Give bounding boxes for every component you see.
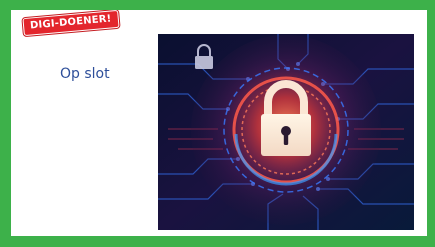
slide-title: Op slot (60, 66, 110, 82)
slide-frame: DIGI-DOENER! Op slot (0, 0, 435, 247)
security-illustration (158, 34, 414, 230)
brand-badge: DIGI-DOENER! (22, 10, 120, 37)
slide-card: DIGI-DOENER! Op slot (11, 10, 427, 236)
security-image (158, 34, 414, 230)
